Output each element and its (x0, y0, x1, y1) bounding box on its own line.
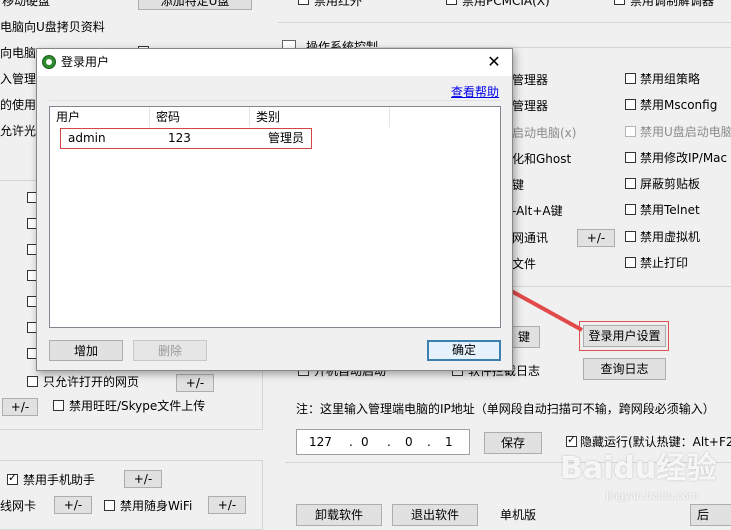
baidu-watermark: Baidu经验 (560, 451, 717, 486)
disable-vm-checkbox[interactable] (625, 231, 636, 242)
os-mid-item-5: 键 (512, 178, 525, 192)
wireless-nic-plusminus[interactable]: +/- (54, 496, 92, 514)
disable-msconfig-checkbox[interactable] (625, 99, 636, 110)
only-open-web-plusminus[interactable]: +/- (176, 374, 214, 392)
row-user-cell: admin (68, 131, 106, 145)
disable-modem-label: 禁用调制解调器 (630, 0, 715, 8)
dialog-titlebar: 登录用户 ✕ (37, 49, 512, 76)
os-mid-item-6: -Alt+A键 (512, 204, 563, 218)
list-row-highlight[interactable]: admin 123 管理员 (60, 128, 312, 149)
help-link[interactable]: 查看帮助 (451, 85, 499, 99)
mobile-helper-plusminus[interactable]: +/- (124, 470, 162, 488)
only-open-web-label: 只允许打开的网页 (43, 375, 140, 389)
add-button[interactable]: 增加 (49, 340, 123, 361)
ip-dot-1: . (349, 435, 353, 449)
mobile-helper-label: 禁用手机助手 (23, 473, 96, 487)
login-user-settings-button[interactable]: 登录用户设置 (583, 325, 666, 347)
left-row3-label: 入管理 (0, 72, 37, 86)
left-row2-label: 向电脑 (0, 46, 37, 60)
standalone-label: 单机版 (500, 508, 537, 522)
top-separator (278, 22, 731, 23)
after-button[interactable]: 后 (690, 504, 731, 526)
dialog-title: 登录用户 (61, 55, 110, 69)
os-bottom-separator (512, 286, 731, 287)
os-mid-item-7: 网通讯 (512, 231, 549, 245)
block-clipboard-checkbox[interactable] (625, 178, 636, 189)
disable-group-policy-label: 禁用组策略 (640, 72, 701, 86)
save-ip-button[interactable]: 保存 (484, 432, 542, 454)
help-separator (49, 100, 501, 101)
mobile-helper-checkbox[interactable] (7, 472, 18, 485)
disable-infrared-checkbox[interactable] (298, 0, 309, 5)
wireless-nic-label: 线网卡 (0, 499, 37, 513)
disable-ip-mac-checkbox[interactable] (625, 152, 636, 163)
add-specific-usb-button[interactable]: 添加特定U盘 (138, 0, 252, 10)
app-icon (42, 55, 56, 69)
disable-usb-boot-label: 禁用U盘启动电脑 (640, 125, 731, 139)
wangwang-skype-label: 禁用旺旺/Skype文件上传 (69, 399, 206, 413)
left-row4-label: 的使用 (0, 98, 37, 112)
column-password[interactable]: 密码 (150, 107, 250, 127)
disable-pcmcia-label: 禁用PCMCIA(X) (462, 0, 550, 8)
ip-octet-4: 1 (445, 435, 453, 449)
user-list: 用户 密码 类别 admin 123 管理员 (49, 106, 501, 328)
ok-button[interactable]: 确定 (427, 340, 501, 361)
close-icon[interactable]: ✕ (483, 51, 505, 73)
left-row5-label: 允许光 (0, 124, 37, 138)
network-plusminus-button[interactable]: +/- (577, 229, 615, 247)
disable-modem-checkbox[interactable] (614, 0, 625, 5)
portable-wifi-label: 禁用随身WiFi (120, 499, 193, 513)
portable-wifi-plusminus[interactable]: +/- (208, 496, 246, 514)
disable-print-checkbox[interactable] (625, 257, 636, 268)
ip-note-text: 注：这里输入管理端电脑的IP地址（单网段自动扫描可不输，跨网段必须输入） (296, 402, 715, 416)
disable-usb-boot-checkbox[interactable] (625, 126, 636, 137)
mobile-disk-label: 移动硬盘 (2, 0, 51, 8)
ip-dot-2: . (387, 435, 391, 449)
ip-address-input[interactable]: 127 . 0 . 0 . 1 (296, 429, 470, 455)
ip-dot-3: . (427, 435, 431, 449)
left-plusminus-button[interactable]: +/- (2, 398, 38, 416)
usb-copy-label: 电脑向U盘拷贝资料 (0, 20, 105, 34)
portable-wifi-checkbox[interactable] (104, 500, 115, 511)
ip-octet-3: 0 (405, 435, 413, 449)
uninstall-button[interactable]: 卸载软件 (296, 504, 382, 526)
hide-run-label: 隐藏运行(默认热键：Alt+F2) (580, 435, 731, 449)
ip-octet-1: 127 (309, 435, 332, 449)
os-mid-item-2: 管理器 (512, 99, 549, 113)
wangwang-skype-checkbox[interactable] (53, 400, 64, 411)
disable-telnet-label: 禁用Telnet (640, 203, 700, 217)
disable-group-policy-checkbox[interactable] (625, 73, 636, 84)
os-mid-item-8: 文件 (512, 257, 537, 271)
column-user[interactable]: 用户 (50, 107, 150, 127)
disable-pcmcia-checkbox[interactable] (446, 0, 457, 5)
disable-ip-mac-label: 禁用修改IP/Mac (640, 151, 728, 165)
exit-button[interactable]: 退出软件 (392, 504, 478, 526)
os-mid-item-1: 管理器 (512, 73, 549, 87)
query-log-button[interactable]: 查询日志 (583, 358, 666, 380)
os-mid-item-4: 化和Ghost (512, 152, 572, 166)
os-mid-item-3: 启动电脑(x) (512, 126, 577, 140)
ip-octet-2: 0 (361, 435, 369, 449)
disable-print-label: 禁止打印 (640, 256, 689, 270)
baidu-watermark-url: jingyan.baidu.com (606, 491, 699, 502)
disable-msconfig-label: 禁用Msconfig (640, 98, 718, 112)
login-user-dialog: 登录用户 ✕ 查看帮助 用户 密码 类别 admin 123 管理员 增加 删除… (36, 48, 513, 371)
block-clipboard-label: 屏蔽剪贴板 (640, 177, 701, 191)
column-category[interactable]: 类别 (250, 107, 390, 127)
disable-vm-label: 禁用虚拟机 (640, 230, 701, 244)
row-category-cell: 管理员 (268, 131, 305, 145)
only-open-web-checkbox[interactable] (27, 376, 38, 387)
hide-run-checkbox[interactable] (566, 434, 577, 447)
delete-button[interactable]: 删除 (133, 340, 207, 361)
disable-infrared-label: 禁用红外 (314, 0, 363, 8)
dialog-body: 查看帮助 用户 密码 类别 admin 123 管理员 增加 删除 确定 (37, 76, 512, 370)
disable-telnet-checkbox[interactable] (625, 204, 636, 215)
row-password-cell: 123 (168, 131, 191, 145)
